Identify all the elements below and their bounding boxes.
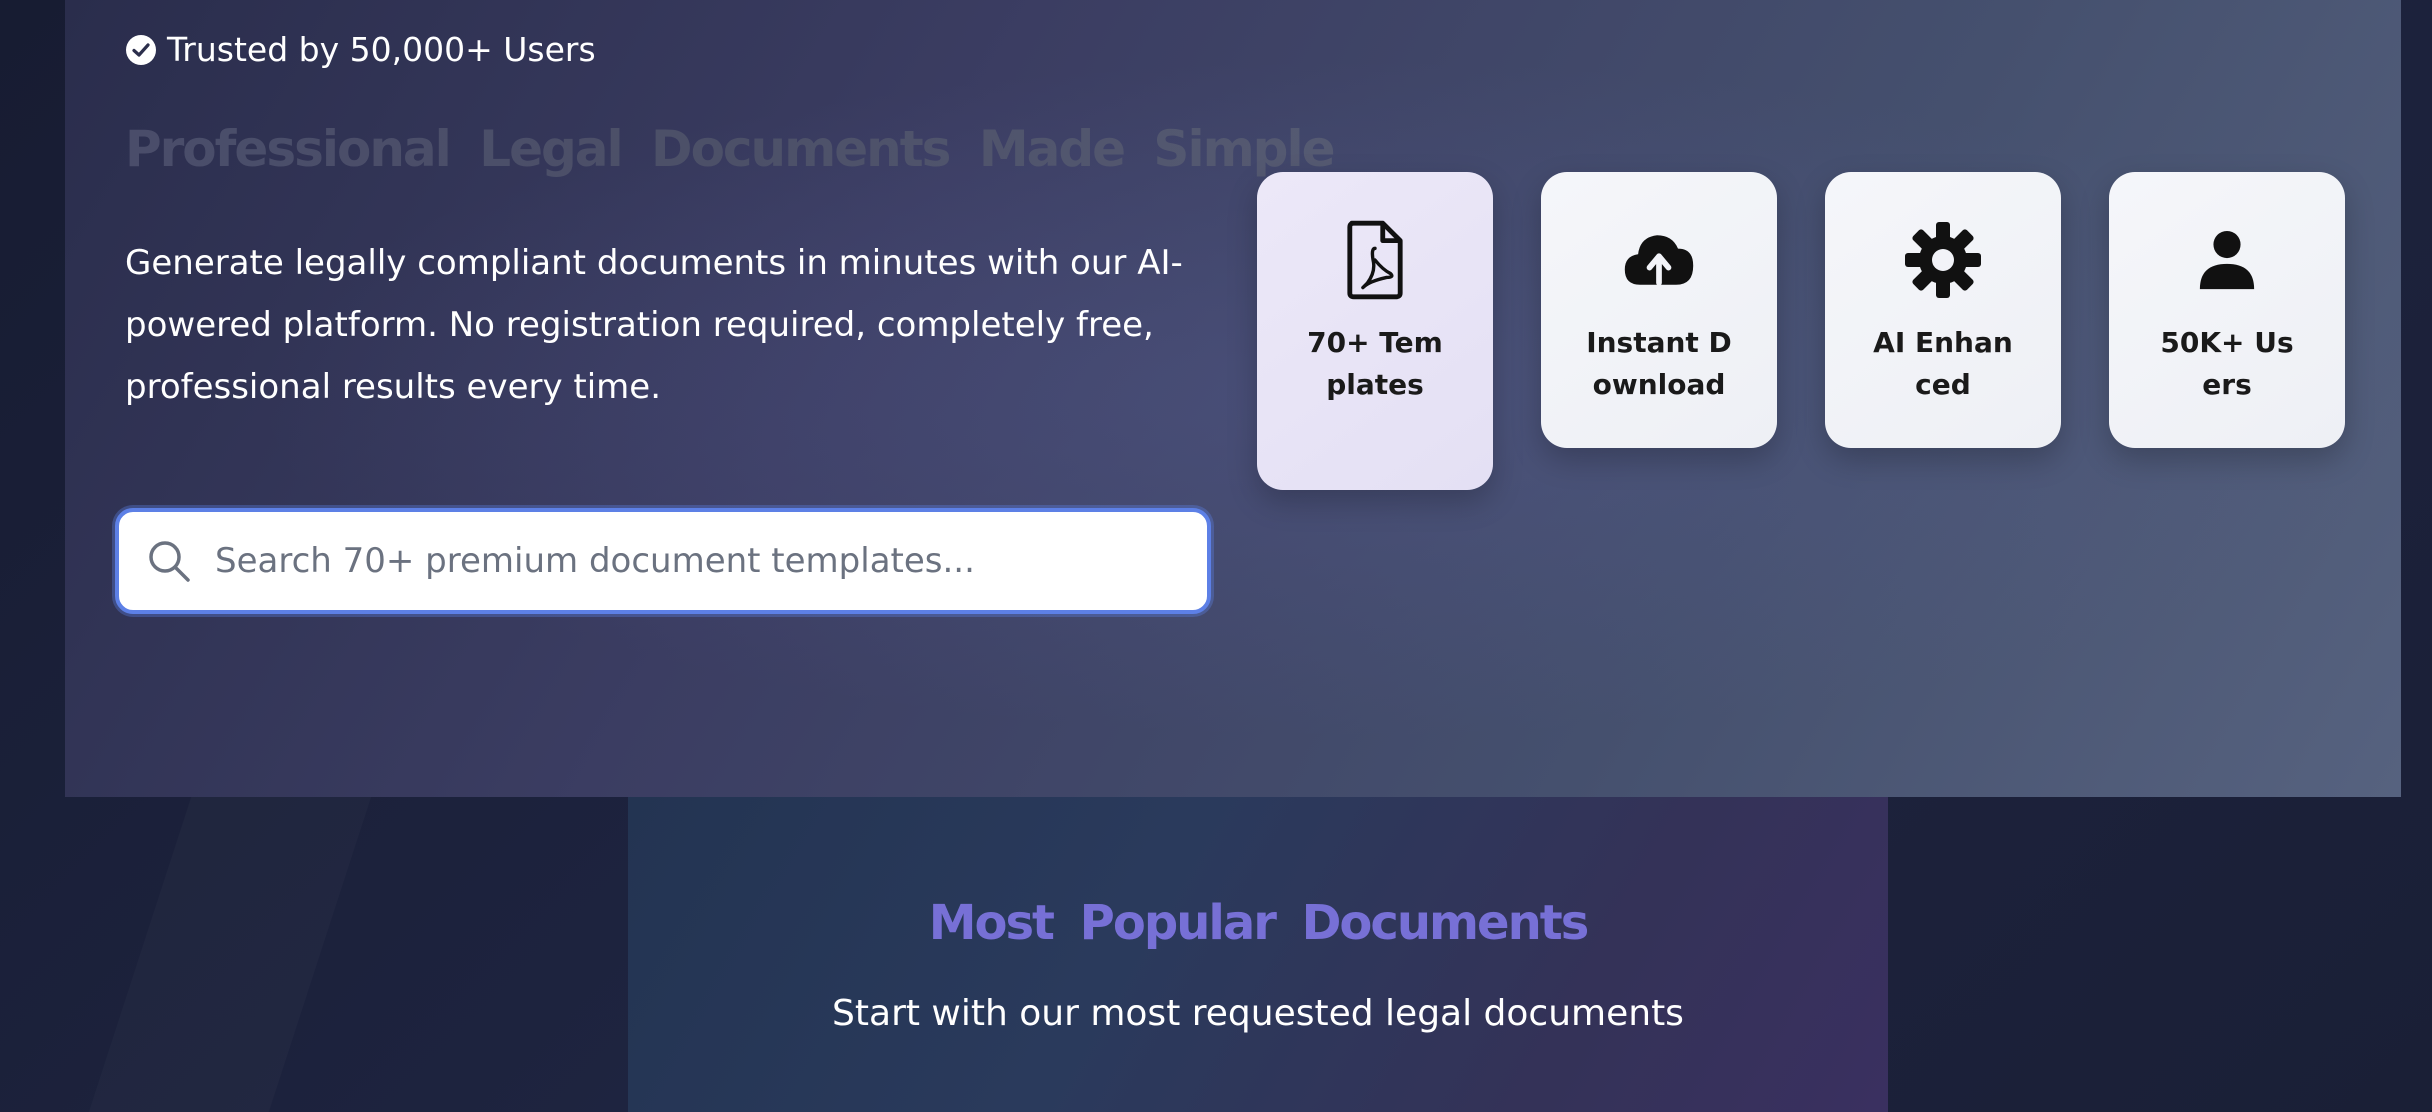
- feature-card-label: 70+ Templates: [1307, 326, 1443, 401]
- hero-description: Generate legally compliant documents in …: [125, 243, 1183, 407]
- hero-title: Professional Legal Documents Made Simple: [125, 120, 1336, 178]
- feature-card-label: Instant Download: [1586, 326, 1732, 401]
- search-input[interactable]: [213, 540, 1117, 582]
- user-icon: [2187, 218, 2267, 302]
- feature-card-label: AI Enhanced: [1873, 326, 2013, 401]
- search-icon: [149, 541, 190, 582]
- feature-card-templates[interactable]: 70+ Templates: [1257, 172, 1493, 490]
- gear-icon: [1903, 218, 1983, 302]
- check-circle-icon: [126, 34, 156, 65]
- feature-card-ai[interactable]: AI Enhanced: [1825, 172, 2061, 448]
- cloud-upload-icon: [1619, 218, 1699, 302]
- feature-card-label: 50K+ Users: [2160, 326, 2294, 401]
- section-title: Most Popular Documents: [928, 895, 1590, 951]
- trusted-badge: Trusted by 50,000+ Users: [125, 30, 596, 69]
- feature-card-users[interactable]: 50K+ Users: [2109, 172, 2345, 448]
- hero-section: Trusted by 50,000+ Users Professional Le…: [65, 0, 2401, 797]
- trusted-text: Trusted by 50,000+ Users: [167, 30, 596, 69]
- popular-documents-section: Most Popular Documents Start with our mo…: [628, 797, 1888, 1112]
- feature-cards: 70+ Templates Instant Download AI Enhanc…: [1257, 172, 2345, 490]
- section-subtitle: Start with our most requested legal docu…: [832, 993, 1684, 1034]
- pdf-file-icon: [1335, 218, 1415, 302]
- feature-card-download[interactable]: Instant Download: [1541, 172, 1777, 448]
- search-box[interactable]: [115, 508, 1211, 614]
